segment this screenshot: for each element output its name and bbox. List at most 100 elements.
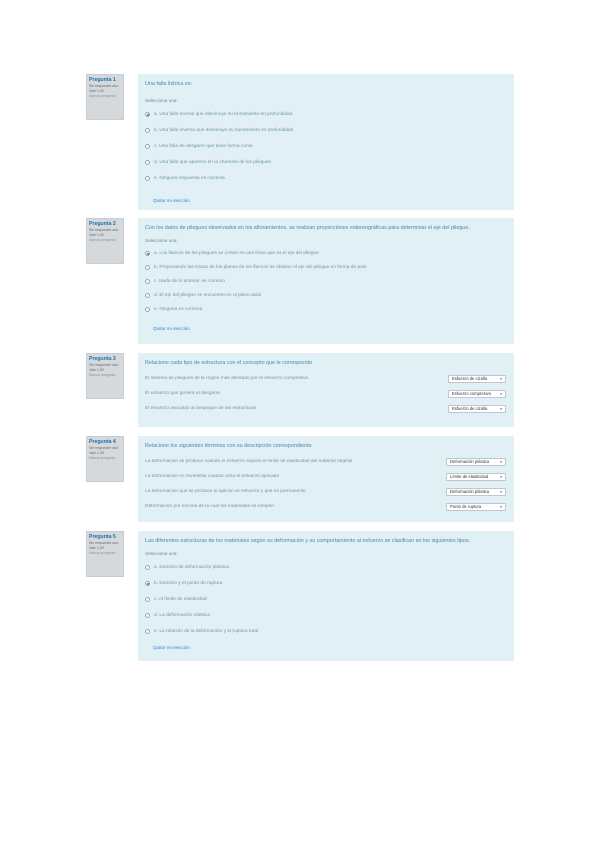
radio-button[interactable] — [145, 596, 150, 602]
question-text: Relacione cada tipo de estructura con el… — [145, 360, 313, 366]
match-select[interactable]: Deformación plástica ▾ — [446, 487, 506, 496]
match-select[interactable]: Esfuerzo de cizalla ▾ — [448, 404, 506, 413]
option-label: d. Una falla que aparece en la charnela … — [154, 159, 272, 165]
flag-question-link[interactable]: Marcar pregunta — [89, 238, 121, 243]
option-label: a. Una falla normal que disminuye su buz… — [154, 111, 293, 117]
clear-choice-link[interactable]: Quitar mi elección — [153, 198, 506, 203]
option-label: e. Ninguna respuesta es correcta — [154, 175, 225, 181]
chevron-down-icon: ▾ — [500, 406, 502, 411]
match-row: El esfuerzo que genera el desgarre Esfue… — [145, 386, 506, 401]
question-number: Pregunta 5 — [89, 534, 116, 540]
answer-option[interactable]: c. Una falla de desgarre que tiene forma… — [145, 138, 506, 154]
answer-option[interactable]: b. Una falla inversa que disminuye su bu… — [145, 122, 506, 138]
clear-choice-link[interactable]: Quitar mi elección — [153, 326, 506, 331]
question-content: Las diferentes estructuras de los materi… — [138, 531, 514, 661]
answer-option[interactable]: a. Los flancos de los pliegues se cortan… — [145, 246, 506, 260]
option-label: b. Una falla inversa que disminuye su bu… — [154, 127, 294, 133]
question-number: Pregunta 1 — [89, 77, 116, 83]
radio-button[interactable] — [145, 264, 150, 270]
match-select[interactable]: Deformación plástica ▾ — [446, 457, 506, 466]
answer-option[interactable]: e. Ninguna es correcta — [145, 302, 506, 316]
match-prompt: El esfuerzo asociado al despegue de las … — [145, 406, 257, 411]
radio-button[interactable] — [145, 111, 150, 117]
select-value: Esfuerzo compresivo — [452, 390, 492, 396]
answer-option[interactable]: e. Ninguna respuesta es correcta — [145, 170, 506, 186]
radio-button[interactable] — [145, 292, 150, 298]
radio-button[interactable] — [145, 306, 150, 312]
select-value: Punto de ruptura — [450, 503, 482, 509]
flag-question-link[interactable]: Marcar pregunta — [89, 373, 121, 378]
answer-option[interactable]: a. Dominio de deformación plástica — [145, 559, 506, 575]
match-row: El esfuerzo asociado al despegue de las … — [145, 401, 506, 416]
select-value: Deformación plástica — [450, 458, 490, 464]
match-select[interactable]: Punto de ruptura ▾ — [446, 502, 506, 511]
answer-option[interactable]: c. Al límite de elasticidad — [145, 591, 506, 607]
select-value: Esfuerzo de cizalla — [452, 375, 488, 381]
answer-option[interactable]: b. Proyectando las trazas de los planos … — [145, 260, 506, 274]
chevron-down-icon: ▾ — [500, 489, 502, 494]
chevron-down-icon: ▾ — [500, 504, 502, 509]
match-select[interactable]: Límite de elasticidad ▾ — [446, 472, 506, 481]
question-4: Pregunta 4 Sin responder aún Vale 1,00 M… — [86, 436, 514, 522]
question-content: Con los datos de pliegues observados en … — [138, 218, 514, 344]
match-row: La deformación es reversible cuando cesa… — [145, 469, 506, 484]
chevron-down-icon: ▾ — [500, 474, 502, 479]
radio-button[interactable] — [145, 250, 150, 256]
radio-button[interactable] — [145, 278, 150, 284]
radio-button[interactable] — [145, 159, 150, 165]
match-prompt: La deformación es reversible cuando cesa… — [145, 474, 280, 479]
select-label: Seleccione una: — [145, 98, 178, 103]
option-label: a. Dominio de deformación plástica — [154, 564, 229, 570]
match-row: El sistema de pliegues de la región más … — [145, 371, 506, 386]
question-2: Pregunta 2 Sin responder aún Vale 1,00 M… — [86, 218, 514, 344]
answer-option[interactable]: b. Dominio y el punto de ruptura — [145, 575, 506, 591]
chevron-down-icon: ▾ — [500, 459, 502, 464]
answer-option[interactable]: d. Una falla que aparece en la charnela … — [145, 154, 506, 170]
chevron-down-icon: ▾ — [500, 376, 502, 381]
radio-button[interactable] — [145, 127, 150, 133]
match-prompt: La deformación se produce cuando el esfu… — [145, 459, 353, 464]
select-value: Límite de elasticidad — [450, 473, 489, 479]
match-row: Deformación por encima de la cual los ma… — [145, 499, 506, 514]
option-label: d. La deformación elástica — [154, 612, 210, 618]
clear-choice-link[interactable]: Quitar mi elección — [153, 645, 506, 650]
flag-question-link[interactable]: Marcar pregunta — [89, 551, 121, 556]
option-label: b. Proyectando las trazas de los planos … — [154, 264, 367, 270]
match-prompt: Deformación por encima de la cual los ma… — [145, 504, 275, 509]
question-info: Pregunta 1 Sin responder aún Vale 1,00 M… — [86, 74, 124, 120]
match-prompt: La deformación que se produce al aplicar… — [145, 489, 306, 494]
option-label: d. El eje del pliegue se encuentra en el… — [154, 292, 261, 298]
match-row: La deformación que se produce al aplicar… — [145, 484, 506, 499]
option-label: a. Los flancos de los pliegues se cortan… — [154, 250, 319, 256]
match-select[interactable]: Esfuerzo de cizalla ▾ — [448, 374, 506, 383]
radio-button[interactable] — [145, 580, 150, 586]
radio-button[interactable] — [145, 628, 150, 634]
option-label: c. Al límite de elasticidad — [154, 596, 207, 602]
flag-question-link[interactable]: Marcar pregunta — [89, 94, 121, 99]
question-text: Una falla lístrica es: — [145, 81, 193, 87]
question-content: Una falla lístrica es: Seleccione una: a… — [138, 74, 514, 210]
radio-button[interactable] — [145, 143, 150, 149]
option-label: e. Ninguna es correcta — [154, 306, 203, 312]
flag-question-link[interactable]: Marcar pregunta — [89, 456, 121, 461]
question-info: Pregunta 5 Sin responder aún Vale 1,00 M… — [86, 531, 124, 577]
answer-option[interactable]: a. Una falla normal que disminuye su buz… — [145, 106, 506, 122]
select-label: Seleccione una: — [145, 238, 178, 243]
match-prompt: El esfuerzo que genera el desgarre — [145, 391, 220, 396]
select-value: Deformación plástica — [450, 488, 490, 494]
match-select[interactable]: Esfuerzo compresivo ▾ — [448, 389, 506, 398]
answer-option[interactable]: c. Nada de lo anterior es correcto — [145, 274, 506, 288]
match-row: La deformación se produce cuando el esfu… — [145, 454, 506, 469]
answer-option[interactable]: d. El eje del pliegue se encuentra en el… — [145, 288, 506, 302]
radio-button[interactable] — [145, 612, 150, 618]
answer-option[interactable]: e. La relación de la deformación y la ru… — [145, 623, 506, 639]
answer-option[interactable]: d. La deformación elástica — [145, 607, 506, 623]
question-content: Relacione cada tipo de estructura con el… — [138, 353, 514, 427]
radio-button[interactable] — [145, 175, 150, 181]
option-label: e. La relación de la deformación y la ru… — [154, 628, 258, 634]
question-text: Las diferentes estructuras de los materi… — [145, 538, 471, 544]
question-text: Con los datos de pliegues observados en … — [145, 225, 470, 231]
question-number: Pregunta 3 — [89, 356, 116, 362]
radio-button[interactable] — [145, 564, 150, 570]
option-label: c. Una falla de desgarre que tiene forma… — [154, 143, 253, 149]
